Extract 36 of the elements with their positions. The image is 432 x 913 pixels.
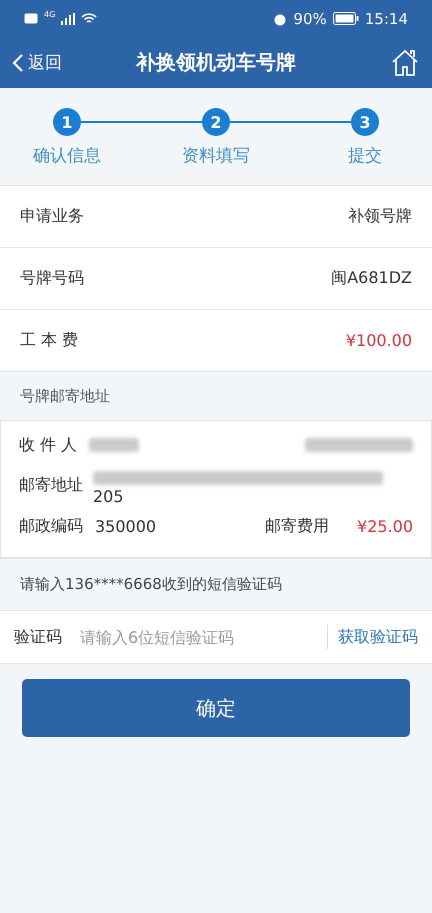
field-label: 邮寄地址 xyxy=(19,475,83,496)
field-label: 申请业务 xyxy=(20,206,84,227)
field-label: 邮寄费用 xyxy=(265,516,330,536)
chevron-left-icon xyxy=(12,52,24,72)
battery-percent: 90% xyxy=(293,10,327,28)
postcode-value: 350000 xyxy=(95,516,156,536)
field-label: 验证码 xyxy=(14,626,62,648)
signal-icon xyxy=(61,12,76,24)
step-number: 3 xyxy=(351,108,379,136)
field-value: 补领号牌 xyxy=(348,206,412,227)
field-label: 邮政编码 xyxy=(19,516,83,536)
clock-time: 15:14 xyxy=(364,10,408,28)
address-value: 205 xyxy=(93,487,125,506)
section-title: 号牌邮寄地址 xyxy=(20,386,110,406)
code-input-field[interactable]: 请输入6位短信验证码 xyxy=(78,626,327,648)
page-title: 补换领机动车号牌 xyxy=(136,50,296,74)
postage-fee: ¥25.00 xyxy=(357,516,413,536)
step-number: 1 xyxy=(53,108,81,136)
wifi-icon xyxy=(81,12,98,25)
battery-icon xyxy=(332,12,359,25)
home-icon[interactable] xyxy=(390,48,420,78)
fee-value: ¥100.00 xyxy=(346,331,412,350)
field-label: 号牌号码 xyxy=(20,268,84,289)
back-button[interactable]: 返回 xyxy=(12,51,62,74)
step-label: 资料填写 xyxy=(182,145,250,167)
field-label: 工 本 费 xyxy=(20,330,78,351)
step-number: 2 xyxy=(202,108,230,136)
network-label: 4G xyxy=(44,10,56,19)
field-value: 闽A681DZ xyxy=(331,268,412,289)
step-label: 确认信息 xyxy=(33,145,101,167)
confirm-button[interactable]: 确定 xyxy=(22,679,410,737)
redaction-mark xyxy=(89,438,140,452)
step-label: 提交 xyxy=(348,145,382,167)
get-code-link[interactable]: 获取验证码 xyxy=(338,626,418,648)
sms-hint: 请输入136****6668收到的短信验证码 xyxy=(20,575,282,594)
field-label: 收 件 人 xyxy=(19,434,78,456)
